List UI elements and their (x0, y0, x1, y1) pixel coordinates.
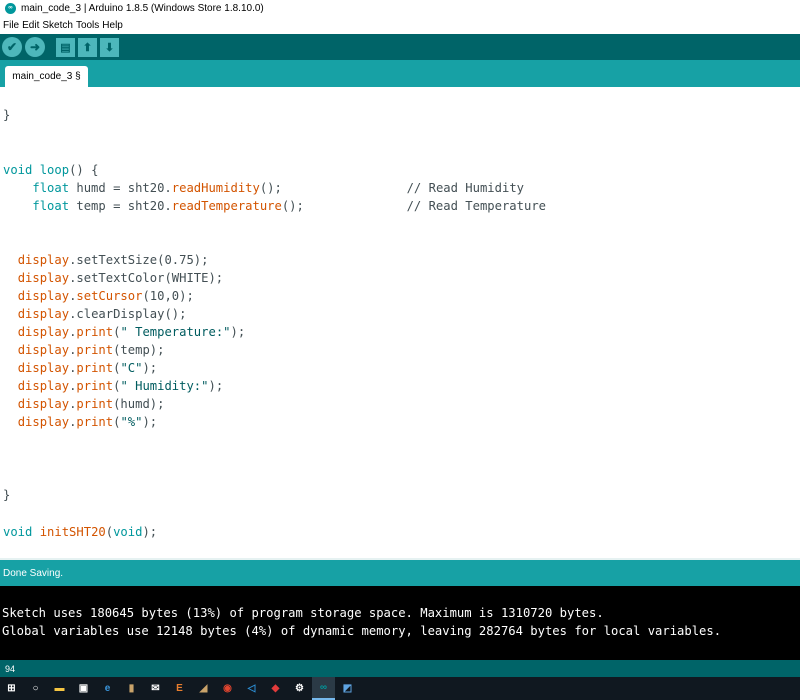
upload-button[interactable]: ➜ (25, 37, 45, 57)
code-editor[interactable]: } void loop() { float humd = sht20.readH… (0, 87, 800, 558)
open-sketch-button[interactable]: ⬆ (78, 37, 97, 57)
menu-edit[interactable]: Edit (22, 20, 39, 31)
arduino-logo-icon: ∞ (5, 3, 16, 14)
arrow-down-icon: ⬇ (104, 41, 115, 54)
search-icon: ○ (32, 683, 39, 694)
start-taskbar-button[interactable]: ⊞ (0, 677, 23, 700)
store-taskbar-button[interactable]: ▣ (72, 677, 95, 700)
code-line: float temp = sht20.readTemperature(); //… (32, 199, 546, 213)
line-number: 94 (5, 663, 16, 674)
vscode-taskbar-button[interactable]: ◁ (240, 677, 263, 700)
code-line: } (3, 488, 11, 502)
menu-bar: File Edit Sketch Tools Help (0, 17, 800, 34)
console-output[interactable]: Sketch uses 180645 bytes (13%) of progra… (0, 586, 800, 660)
code-line: display.print("%"); (17, 415, 158, 429)
tab-main-code-3[interactable]: main_code_3 § (5, 66, 88, 87)
code-line: display.print(" Temperature:"); (17, 325, 246, 339)
code-line: display.print(temp); (17, 343, 165, 357)
code-line: display.setTextColor(WHITE); (17, 271, 224, 285)
code-line: void loop() { (3, 163, 99, 177)
app4-taskbar-button[interactable]: ◩ (336, 677, 359, 700)
store-icon: ▣ (78, 683, 89, 694)
settings-icon: ⚙ (295, 683, 304, 694)
tab-strip: main_code_3 § (0, 60, 800, 87)
vscode-icon: ◁ (247, 683, 256, 694)
code-line: display.print(" Humidity:"); (17, 379, 224, 393)
line-indicator-bar: 94 (0, 660, 800, 677)
status-bar: Done Saving. (0, 558, 800, 586)
console-line: Global variables use 12148 bytes (4%) of… (2, 624, 722, 638)
chrome-taskbar-button[interactable]: ◉ (216, 677, 239, 700)
arduino-icon: ∞ (319, 682, 328, 693)
new-sketch-button[interactable]: ▤ (56, 37, 75, 57)
code-line: display.setTextSize(0.75); (17, 253, 209, 267)
settings-taskbar-button[interactable]: ⚙ (288, 677, 311, 700)
arrow-right-icon: ➜ (29, 40, 41, 54)
toolbar: ✔ ➜ ▤ ⬆ ⬇ (0, 34, 800, 60)
verify-button[interactable]: ✔ (2, 37, 22, 57)
edge-taskbar-button[interactable]: e (96, 677, 119, 700)
title-bar: ∞ main_code_3 | Arduino 1.8.5 (Windows S… (0, 0, 800, 17)
app3-taskbar-button[interactable]: ◆ (264, 677, 287, 700)
menu-help[interactable]: Help (102, 20, 123, 31)
editor-taskbar-button[interactable]: E (168, 677, 191, 700)
code-line: display.setCursor(10,0); (17, 289, 194, 303)
edge-icon: e (104, 683, 111, 694)
arrow-up-icon: ⬆ (82, 41, 93, 54)
menu-sketch[interactable]: Sketch (42, 20, 73, 31)
status-message: Done Saving. (3, 567, 64, 579)
app2-taskbar-button[interactable]: ◢ (192, 677, 215, 700)
checkmark-icon: ✔ (6, 40, 18, 54)
mail-icon: ✉ (151, 683, 160, 694)
taskbar: ⊞ ○ ▬ ▣ e ▮ ✉ E ◢ ◉ ◁ ◆ ⚙ ∞ ◩ (0, 677, 800, 700)
file-explorer-taskbar-button[interactable]: ▬ (48, 677, 71, 700)
search-taskbar-button[interactable]: ○ (24, 677, 47, 700)
chrome-icon: ◉ (223, 683, 232, 694)
arduino-taskbar-button[interactable]: ∞ (312, 677, 335, 700)
mail-taskbar-button[interactable]: ✉ (144, 677, 167, 700)
app-taskbar-button[interactable]: ▮ (120, 677, 143, 700)
app3-icon: ◆ (271, 683, 280, 694)
app2-icon: ◢ (199, 683, 208, 694)
code-line: void initSHT20(void); (3, 525, 158, 539)
code-line: } (3, 108, 11, 122)
menu-file[interactable]: File (3, 20, 19, 31)
save-sketch-button[interactable]: ⬇ (100, 37, 119, 57)
console-line: Sketch uses 180645 bytes (13%) of progra… (2, 606, 604, 620)
start-icon: ⊞ (7, 683, 16, 694)
code-line: display.print(humd); (17, 397, 165, 411)
new-file-icon: ▤ (60, 41, 71, 54)
code-line: float humd = sht20.readHumidity(); // Re… (32, 181, 524, 195)
app-icon: ▮ (128, 683, 135, 694)
file-explorer-icon: ▬ (54, 683, 65, 694)
code-line: display.clearDisplay(); (17, 307, 187, 321)
code-line: display.print("C"); (17, 361, 158, 375)
menu-tools[interactable]: Tools (76, 20, 99, 31)
window-title: main_code_3 | Arduino 1.8.5 (Windows Sto… (21, 3, 264, 14)
app4-icon: ◩ (342, 683, 353, 694)
editor-icon: E (176, 683, 183, 694)
